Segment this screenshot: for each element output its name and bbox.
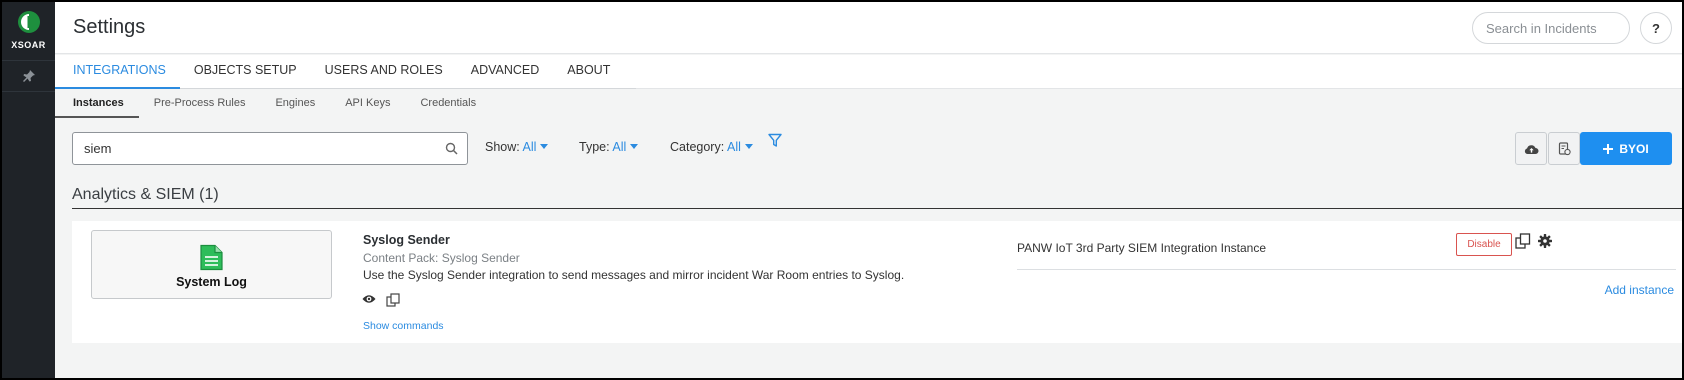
- integration-settings-button[interactable]: [1548, 132, 1580, 165]
- byoi-label: BYOI: [1619, 141, 1649, 156]
- disable-button[interactable]: Disable: [1456, 233, 1512, 256]
- integration-description: Use the Syslog Sender integration to sen…: [363, 268, 905, 282]
- category-heading: Analytics & SIEM (1): [72, 186, 219, 203]
- document-settings-icon: [1558, 141, 1571, 155]
- show-commands-link[interactable]: Show commands: [363, 320, 444, 332]
- copy-instance-icon[interactable]: [1515, 233, 1531, 249]
- category-filter[interactable]: Category: All: [670, 140, 753, 154]
- tab-users-and-roles[interactable]: USERS AND ROLES: [311, 55, 457, 89]
- left-sidebar: XSOAR: [2, 2, 55, 378]
- content-pack-value: Syslog Sender: [441, 251, 520, 265]
- tab-objects-setup[interactable]: OBJECTS SETUP: [180, 55, 311, 89]
- sub-tabs: Instances Pre-Process Rules Engines API …: [55, 90, 1682, 118]
- category-filter-label: Category:: [670, 140, 725, 154]
- main-content: Settings ? INTEGRATIONS OBJECTS SETUP US…: [55, 2, 1682, 378]
- show-filter[interactable]: Show: All: [485, 140, 549, 154]
- instance-name: PANW IoT 3rd Party SIEM Integration Inst…: [1017, 241, 1266, 255]
- main-tabs: INTEGRATIONS OBJECTS SETUP USERS AND ROL…: [55, 55, 1682, 89]
- copy-icon[interactable]: [386, 293, 400, 307]
- xsoar-logo-icon: [17, 11, 40, 33]
- integration-logo: System Log: [91, 230, 332, 299]
- subtab-instances[interactable]: Instances: [55, 90, 139, 118]
- type-filter-label: Type:: [579, 140, 610, 154]
- type-filter-value: All: [612, 140, 627, 154]
- chevron-down-icon: [540, 144, 549, 149]
- show-filter-label: Show:: [485, 140, 520, 154]
- type-filter[interactable]: Type: All: [579, 140, 639, 154]
- page-title: Settings: [73, 16, 146, 38]
- filter-bar: Show: All Type: All Category: All: [55, 132, 1682, 168]
- subtab-credentials[interactable]: Credentials: [405, 90, 491, 118]
- heading-divider: [72, 208, 1682, 209]
- show-filter-value: All: [522, 140, 537, 154]
- integration-search: [72, 132, 468, 165]
- funnel-filter-icon[interactable]: [768, 133, 782, 148]
- search-icon[interactable]: [445, 142, 458, 155]
- content-pack-label: Content Pack:: [363, 251, 439, 265]
- tab-integrations[interactable]: INTEGRATIONS: [55, 55, 180, 89]
- brand-logo[interactable]: XSOAR: [2, 2, 55, 58]
- subtab-api-keys[interactable]: API Keys: [330, 90, 405, 118]
- category-filter-value: All: [727, 140, 741, 154]
- chevron-down-icon: [744, 144, 753, 149]
- tab-about[interactable]: ABOUT: [553, 55, 624, 89]
- app-window: XSOAR Settings ? INTEGRATIONS OBJECTS SE…: [2, 2, 1682, 378]
- byoi-button[interactable]: BYOI: [1580, 132, 1672, 165]
- integration-search-input[interactable]: [73, 133, 433, 164]
- tab-advanced[interactable]: ADVANCED: [457, 55, 554, 89]
- help-button[interactable]: ?: [1640, 12, 1672, 44]
- pin-nav-button[interactable]: [2, 60, 55, 92]
- integration-name: Syslog Sender: [363, 233, 450, 247]
- subtab-pre-process-rules[interactable]: Pre-Process Rules: [139, 90, 261, 118]
- upload-button[interactable]: [1515, 132, 1547, 165]
- incident-search-input[interactable]: [1472, 12, 1630, 44]
- document-icon: [200, 244, 223, 271]
- plus-icon: [1603, 143, 1614, 154]
- cloud-upload-icon: [1524, 144, 1538, 154]
- brand-name: XSOAR: [11, 40, 46, 50]
- header-bar: Settings ?: [55, 2, 1682, 54]
- add-instance-link[interactable]: Add instance: [1605, 283, 1674, 297]
- gear-icon[interactable]: [1538, 234, 1552, 248]
- integration-card: System Log Syslog Sender Content Pack: S…: [72, 221, 1682, 343]
- subtab-engines[interactable]: Engines: [260, 90, 330, 118]
- eye-icon[interactable]: [362, 294, 376, 304]
- chevron-down-icon: [630, 144, 639, 149]
- pin-icon: [22, 70, 35, 82]
- content-pack: Content Pack: Syslog Sender: [363, 251, 520, 265]
- integration-logo-label: System Log: [176, 275, 247, 289]
- instance-divider: [1017, 269, 1676, 270]
